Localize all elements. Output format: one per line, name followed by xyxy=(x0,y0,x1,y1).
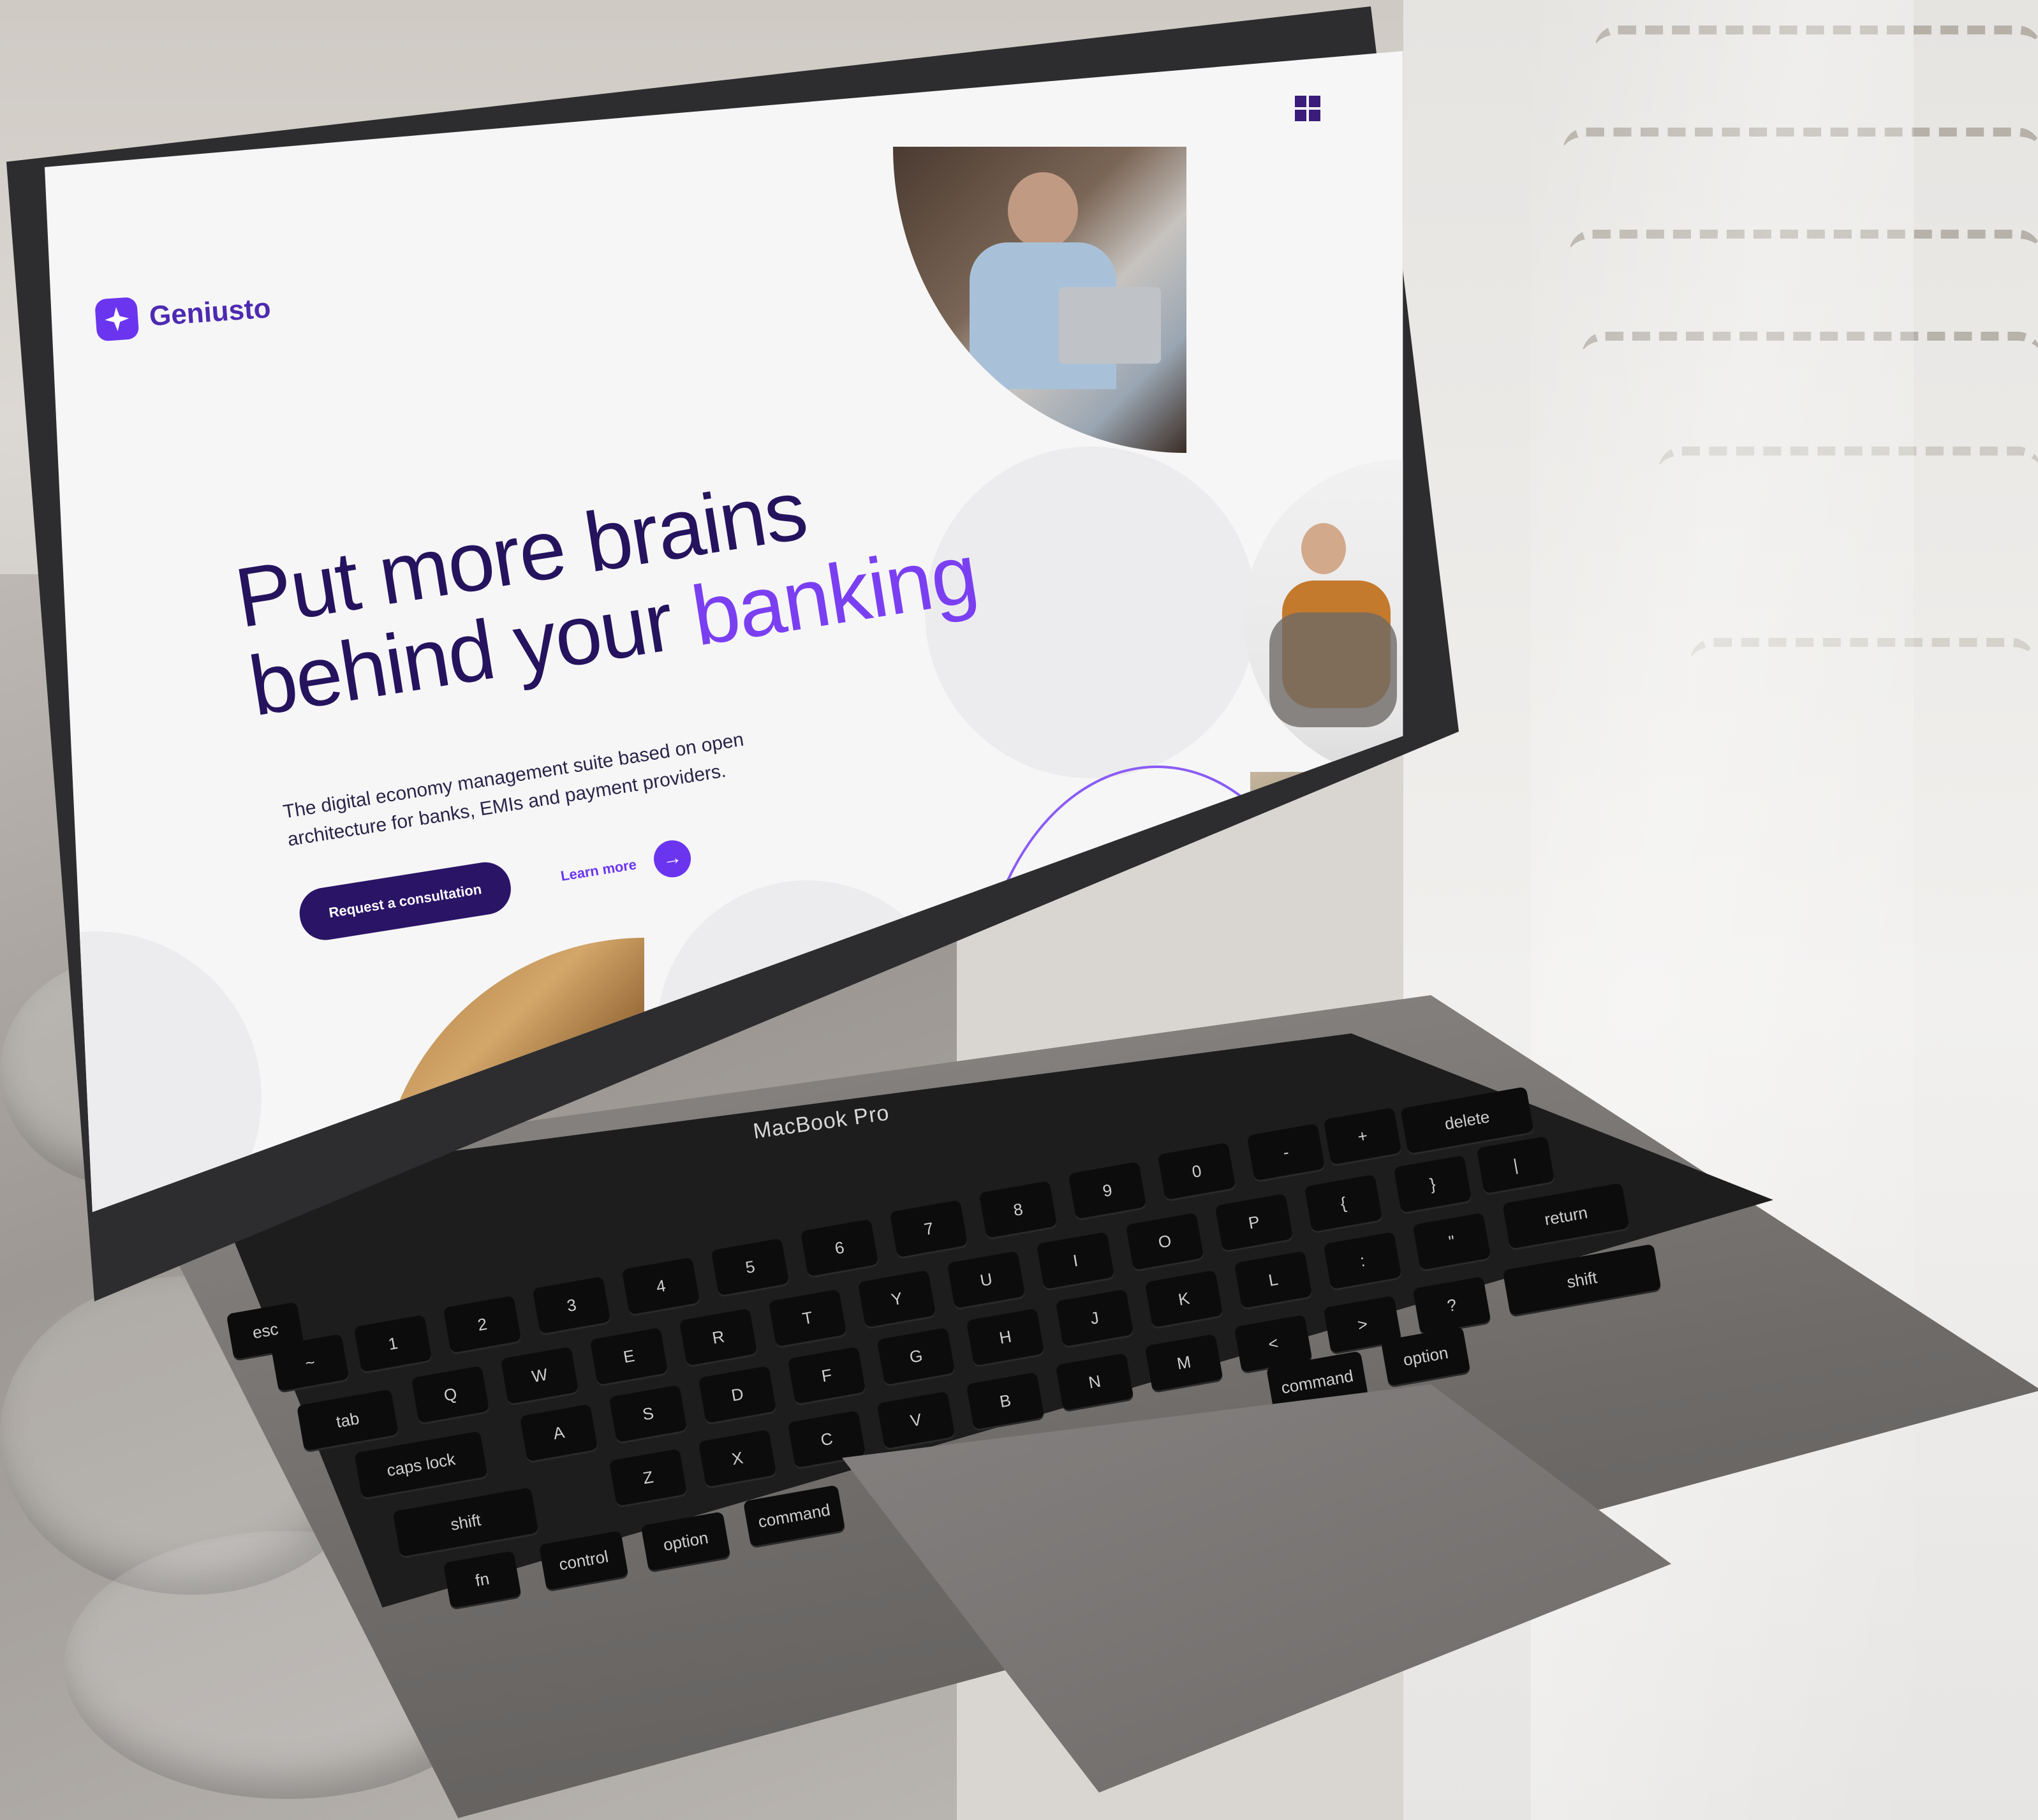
grid-icon[interactable] xyxy=(1295,96,1320,121)
photo-man-chair xyxy=(1244,459,1403,778)
request-consultation-button[interactable]: Request a consultation xyxy=(295,858,515,944)
hero-headline: Put more brains behind your banking xyxy=(229,440,983,734)
learn-more-link[interactable]: Learn more → xyxy=(558,838,694,894)
hero-content: Put more brains behind your banking The … xyxy=(229,440,1017,945)
brand-logo[interactable]: Geniusto xyxy=(94,287,272,342)
brand-name: Geniusto xyxy=(148,292,272,332)
photo-woman-laptop xyxy=(893,147,1186,453)
person-head xyxy=(1301,523,1346,574)
laptop-in-photo xyxy=(1059,287,1161,364)
learn-more-label: Learn more xyxy=(559,856,638,884)
star-icon xyxy=(94,297,140,342)
arrow-right-icon[interactable]: → xyxy=(651,838,694,880)
person-head xyxy=(1008,172,1078,249)
armchair xyxy=(1269,612,1397,727)
